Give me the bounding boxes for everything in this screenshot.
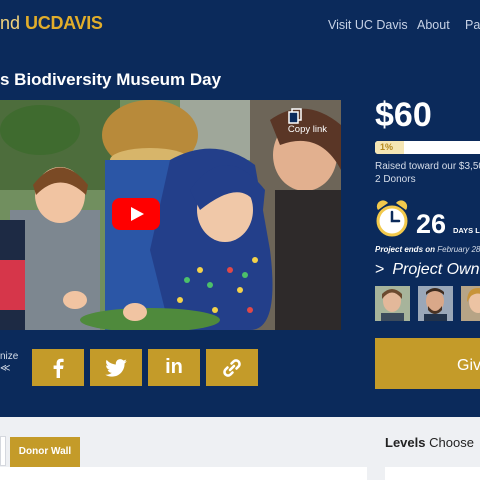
brand-name: UCDAVIS	[25, 13, 103, 33]
share-linkedin-button[interactable]: in	[148, 349, 200, 386]
play-button[interactable]	[112, 198, 160, 230]
owner-avatar[interactable]	[418, 286, 453, 321]
project-end-date: Project ends on February 28	[375, 245, 480, 254]
copy-icon	[288, 108, 302, 124]
share-link-button[interactable]	[206, 349, 258, 386]
site-logo[interactable]: nd UCDAVIS	[0, 13, 103, 34]
lower-section: Donor Wall Levels Choose	[0, 417, 480, 480]
share-label-line: nize	[0, 351, 19, 362]
share-facebook-button[interactable]	[32, 349, 84, 386]
project-owners-toggle[interactable]: > Project Own	[375, 261, 479, 279]
levels-heading-bold: Levels	[385, 435, 426, 450]
facebook-icon	[53, 358, 64, 378]
owner-photo	[461, 286, 480, 321]
page: nd UCDAVIS Visit UC Davis About Pa s Bio…	[0, 0, 480, 480]
project-title: s Biodiversity Museum Day	[0, 70, 222, 89]
share-label: nize ≪	[0, 351, 18, 375]
give-now-button[interactable]: Giv	[375, 338, 480, 389]
content-panel	[0, 467, 367, 480]
project-video[interactable]: Copy link	[0, 100, 341, 330]
project-end-value: February 28	[437, 245, 480, 254]
project-end-prefix: Project ends on	[375, 245, 436, 254]
funding-progress-bar: 1%	[375, 141, 480, 154]
amount-raised: $60	[375, 96, 432, 134]
copy-link-button[interactable]: Copy link	[288, 108, 327, 135]
funding-summary: Raised toward our $3,500 2 Donors	[375, 160, 480, 186]
share-twitter-button[interactable]	[90, 349, 142, 386]
nav-link-overflow[interactable]: Pa	[465, 18, 480, 32]
owner-photo	[375, 286, 410, 321]
days-left-label: DAYS LE	[453, 226, 480, 235]
nav-link-visit-uc-davis[interactable]: Visit UC Davis	[328, 18, 408, 32]
linkedin-icon: in	[165, 356, 183, 378]
project-hero: s Biodiversity Museum Day Copy link nize…	[0, 52, 480, 417]
link-icon	[223, 358, 241, 377]
funding-percent: 1%	[380, 142, 394, 152]
owner-avatar[interactable]	[375, 286, 410, 321]
alarm-clock-icon	[376, 200, 408, 237]
tab-donor-wall[interactable]: Donor Wall	[10, 437, 80, 467]
chevron-right-icon: >	[375, 261, 385, 278]
tab-previous[interactable]	[0, 436, 6, 466]
brand-prefix: nd	[0, 13, 21, 33]
owner-photo	[418, 286, 453, 321]
donor-count: 2 Donors	[375, 174, 416, 185]
levels-heading-rest: Choose	[429, 435, 474, 450]
copy-link-label: Copy link	[287, 124, 327, 135]
giving-levels-panel	[385, 467, 480, 480]
twitter-icon	[105, 358, 127, 377]
top-navigation-bar: nd UCDAVIS Visit UC Davis About Pa	[0, 0, 480, 52]
nav-link-about[interactable]: About	[417, 18, 450, 32]
funding-goal-text: Raised toward our $3,500	[375, 161, 480, 172]
giving-levels-heading: Levels Choose	[385, 435, 474, 450]
days-left-number: 26	[416, 209, 447, 239]
owner-avatar[interactable]	[461, 286, 480, 321]
project-owners-label: Project Own	[392, 261, 480, 278]
share-label-icon: ≪	[0, 363, 11, 374]
